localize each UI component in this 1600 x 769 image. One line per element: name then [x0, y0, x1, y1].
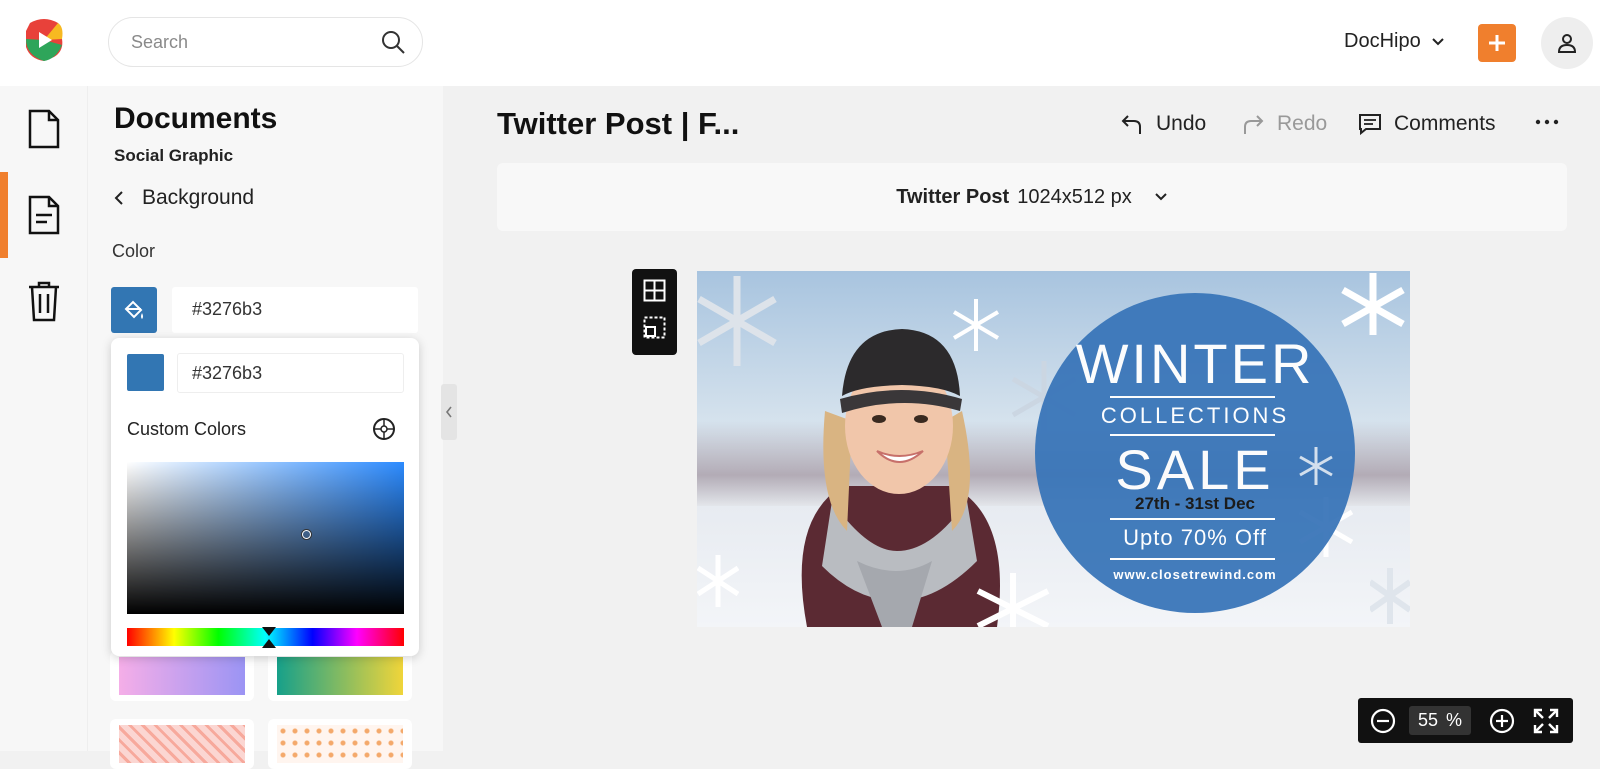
saturation-cursor[interactable] [302, 530, 311, 539]
rail-item-trash[interactable] [0, 258, 88, 344]
panel-subtitle: Social Graphic [114, 146, 234, 165]
account-menu[interactable]: DocHipo [1344, 30, 1445, 53]
resize-icon[interactable] [643, 316, 666, 339]
url-text[interactable]: www.closetrewind.com [1035, 567, 1355, 582]
redo-icon [1244, 115, 1264, 134]
rail-item-my-documents[interactable] [0, 172, 88, 258]
undo-label: Undo [1156, 112, 1207, 135]
offer-text[interactable]: Upto 70% Off [1035, 525, 1355, 551]
snowflake-icon [697, 276, 777, 366]
zoom-controls: 55 % [1358, 698, 1573, 743]
left-rail [0, 86, 88, 751]
chevron-down-icon [1431, 37, 1444, 45]
panel-title: Documents [114, 102, 278, 135]
document-size-selector[interactable]: Twitter Post 1024x512 px [497, 163, 1567, 231]
snowflake-icon [952, 299, 1000, 351]
headline-text[interactable]: WINTER [1035, 331, 1355, 396]
create-new-button[interactable] [1478, 24, 1516, 62]
fill-color-button[interactable] [111, 287, 157, 333]
color-hex-field[interactable]: #3276b3 [172, 287, 418, 333]
chevron-left-icon [114, 191, 123, 205]
document-title[interactable]: Twitter Post | F... [497, 106, 739, 142]
saturation-value-area[interactable] [127, 462, 404, 614]
text-document-icon [28, 195, 60, 235]
background-panel: Documents Social Graphic Background Colo… [88, 86, 443, 769]
promo-circle[interactable]: WINTER COLLECTIONS SALE 27th - 31st Dec … [1035, 293, 1355, 613]
snowflake-icon [697, 555, 739, 607]
color-picker-popover: #3276b3 Custom Colors [111, 338, 419, 656]
gradient-tile[interactable] [268, 651, 412, 701]
current-color-swatch [127, 354, 164, 391]
fullscreen-icon[interactable] [1533, 708, 1559, 734]
zoom-out-icon[interactable] [1370, 708, 1396, 734]
design-canvas[interactable]: WINTER COLLECTIONS SALE 27th - 31st Dec … [697, 271, 1410, 627]
comments-label: Comments [1394, 112, 1496, 135]
search-icon[interactable] [380, 29, 406, 55]
user-icon [1557, 34, 1577, 53]
snowflake-icon [1341, 273, 1405, 335]
chevron-down-icon [1155, 193, 1167, 201]
size-dimensions: 1024x512 px [1017, 185, 1132, 208]
chevron-left-icon [445, 406, 452, 418]
divider [1110, 558, 1275, 560]
collapse-panel-button[interactable] [441, 384, 457, 440]
hue-slider-thumb-bottom [262, 639, 276, 648]
zoom-unit: % [1446, 710, 1463, 730]
undo-icon [1121, 115, 1141, 134]
more-options-button[interactable] [1535, 118, 1559, 126]
gradient-tile[interactable] [110, 651, 254, 701]
back-label: Background [142, 186, 255, 209]
divider [1110, 396, 1275, 398]
plus-icon [1489, 35, 1505, 51]
pattern-tile[interactable] [268, 719, 412, 769]
comments-button[interactable]: Comments [1358, 112, 1496, 136]
trash-icon [29, 281, 59, 322]
rail-item-documents[interactable] [0, 86, 88, 172]
color-label: Color [112, 241, 156, 261]
avatar[interactable] [1541, 17, 1593, 69]
picker-hex-input[interactable]: #3276b3 [177, 353, 404, 393]
hue-slider[interactable] [127, 627, 404, 648]
back-button[interactable]: Background [114, 186, 254, 210]
sale-text[interactable]: SALE [1035, 437, 1355, 502]
custom-colors-label: Custom Colors [127, 419, 247, 439]
pattern-tile[interactable] [110, 719, 254, 769]
top-bar: DocHipo [0, 0, 1600, 86]
divider [1110, 518, 1275, 520]
redo-button[interactable]: Redo [1241, 112, 1327, 136]
hue-slider-thumb[interactable] [262, 627, 276, 636]
color-wheel-icon[interactable] [372, 417, 396, 441]
zoom-level[interactable]: 55 % [1409, 706, 1471, 735]
grid-icon[interactable] [643, 279, 666, 302]
paint-bucket-icon [124, 300, 143, 319]
document-icon [28, 109, 60, 149]
zoom-value: 55 [1417, 710, 1438, 730]
dates-text[interactable]: 27th - 31st Dec [1035, 494, 1355, 514]
more-horizontal-icon [1535, 119, 1559, 125]
dochipo-logo[interactable] [22, 17, 66, 63]
canvas-tools [632, 269, 677, 355]
redo-label: Redo [1277, 112, 1328, 135]
size-name: Twitter Post [896, 185, 1010, 208]
search-box[interactable] [108, 17, 423, 67]
undo-button[interactable]: Undo [1120, 112, 1206, 136]
search-input[interactable] [131, 32, 361, 53]
account-menu-label: DocHipo [1344, 30, 1421, 52]
snowflake-icon [1370, 568, 1410, 624]
divider [1110, 434, 1275, 436]
subhead-text[interactable]: COLLECTIONS [1035, 403, 1355, 429]
comment-icon [1359, 114, 1381, 136]
zoom-in-icon[interactable] [1489, 708, 1515, 734]
